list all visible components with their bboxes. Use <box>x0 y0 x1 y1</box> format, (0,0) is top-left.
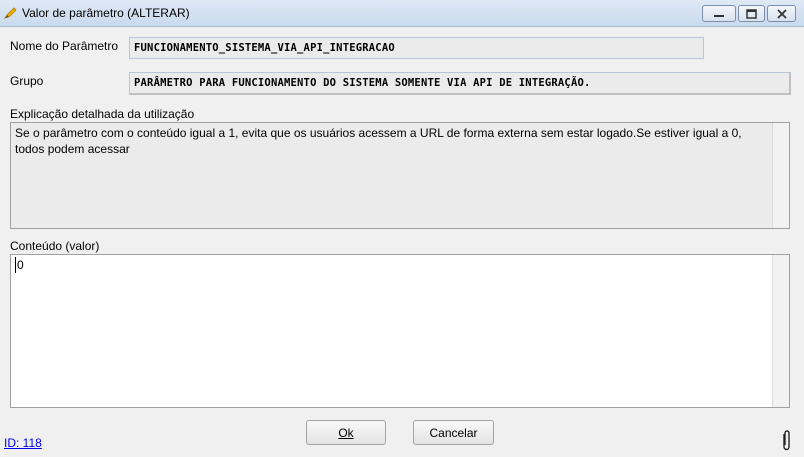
nome-parametro-label: Nome do Parâmetro <box>10 39 119 53</box>
ok-button[interactable]: Ok <box>306 420 386 445</box>
conteudo-value: 0 <box>15 257 785 273</box>
edit-pencil-icon <box>4 7 17 19</box>
minimize-button[interactable] <box>702 5 736 22</box>
cancel-button-label: Cancelar <box>429 425 478 440</box>
cancel-button[interactable]: Cancelar <box>413 420 494 445</box>
window-title: Valor de parâmetro (ALTERAR) <box>22 6 190 20</box>
explicacao-scrollbar[interactable] <box>772 123 789 228</box>
title-bar[interactable]: Valor de parâmetro (ALTERAR) <box>0 0 804 27</box>
maximize-button[interactable] <box>738 5 765 22</box>
maximize-icon <box>746 8 757 19</box>
grupo-field[interactable]: PARÂMETRO PARA FUNCIONAMENTO DO SISTEMA … <box>129 72 791 95</box>
minimize-icon <box>714 14 724 17</box>
explicacao-label: Explicação detalhada da utilização <box>10 107 195 121</box>
close-button[interactable] <box>767 5 796 22</box>
explicacao-text: Se o parâmetro com o conteúdo igual a 1,… <box>15 126 742 156</box>
explicacao-memo[interactable]: Se o parâmetro com o conteúdo igual a 1,… <box>10 122 790 229</box>
id-link[interactable]: ID: 118 <box>4 436 42 450</box>
nome-parametro-field[interactable]: FUNCIONAMENTO_SISTEMA_VIA_API_INTEGRACAO <box>129 37 704 59</box>
paperclip-icon[interactable] <box>780 430 792 452</box>
conteudo-label: Conteúdo (valor) <box>10 239 100 253</box>
close-icon <box>776 8 787 19</box>
ok-button-label: Ok <box>338 425 354 440</box>
conteudo-scrollbar[interactable] <box>772 255 789 407</box>
conteudo-memo[interactable]: 0 <box>10 254 790 408</box>
grupo-label: Grupo <box>10 74 44 88</box>
